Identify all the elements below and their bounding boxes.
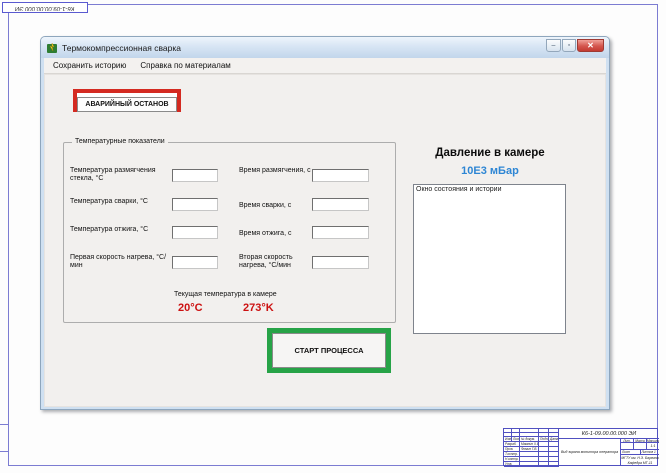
minimize-button[interactable]: –	[546, 39, 561, 52]
pressure-value: 10Е3 мБар	[461, 165, 519, 177]
frame-tick	[0, 451, 8, 452]
corner-designation-box: К6-1-09.00.00.000 ЭИ	[2, 2, 88, 13]
window-title: Термокомпрессионная сварка	[62, 42, 181, 53]
menu-materials-help[interactable]: Справка по материалам	[133, 59, 237, 72]
param-row: Температура размягчения стекла, °С Время…	[64, 167, 395, 187]
start-process-highlight: СТАРТ ПРОЦЕССА	[267, 328, 391, 373]
title-block-signatures: Изм. Лист № докум. Подп. Дата Разраб. Ма…	[504, 429, 559, 467]
current-temp-celsius: 20°C	[178, 302, 203, 314]
document-title: Вид экрана монитора оператора	[559, 439, 621, 465]
status-history-box[interactable]: Окно состояния и истории	[413, 184, 566, 334]
groupbox-title: Температурные показатели	[72, 138, 168, 145]
organization: МГТУ им. Н.Э. Баумана Кафедра МТ-11	[621, 455, 659, 465]
sheet-label: Лист	[621, 450, 641, 455]
softening-time-input[interactable]	[312, 169, 369, 182]
softening-temp-label: Температура размягчения стекла, °С	[70, 167, 156, 183]
annealing-time-label: Время отжига, с	[239, 230, 292, 237]
current-temp-kelvin: 273°K	[243, 302, 274, 314]
mass-label: Масса	[634, 439, 647, 443]
drawing-designation: К6-1-09.00.00.000 ЭИ	[559, 429, 659, 440]
param-row: Температура отжига, °С Время отжига, с	[64, 226, 395, 246]
tb-cell	[549, 462, 559, 467]
annealing-time-input[interactable]	[312, 226, 369, 239]
current-temp-label: Текущая температура в камере	[174, 291, 277, 298]
param-row: Температура сварки, °С Время сварки, с	[64, 198, 395, 218]
annealing-temp-input[interactable]	[172, 226, 218, 239]
app-icon	[47, 42, 57, 53]
param-row: Первая скорость нагрева, °С/мин Вторая с…	[64, 254, 395, 274]
start-process-button[interactable]: СТАРТ ПРОЦЕССА	[272, 333, 386, 368]
emergency-stop-button[interactable]: АВАРИЙНЫЙ ОСТАНОВ	[77, 97, 177, 112]
lit-value	[621, 443, 634, 450]
mass-value	[634, 443, 647, 450]
menubar: Сохранить историю Справка по материалам	[44, 58, 606, 74]
second-heating-rate-label: Вторая скорость нагрева, °С/мин	[239, 254, 293, 270]
title-block: Изм. Лист № докум. Подп. Дата Разраб. Ма…	[503, 428, 659, 467]
first-heating-rate-label: Первая скорость нагрева, °С/мин	[70, 254, 167, 270]
tb-cell	[539, 462, 549, 467]
scale-label: Масштаб	[647, 439, 659, 443]
pressure-title: Давление в камере	[435, 147, 545, 159]
softening-temp-input[interactable]	[172, 169, 218, 182]
frame-tick	[0, 424, 8, 425]
tb-row-name	[520, 462, 539, 467]
softening-time-label: Время размягчения, с	[239, 167, 311, 174]
client-area: АВАРИЙНЫЙ ОСТАНОВ Температурные показате…	[44, 74, 606, 407]
title-block-right: К6-1-09.00.00.000 ЭИ Вид экрана монитора…	[559, 429, 659, 465]
close-button[interactable]: ✕	[577, 39, 604, 52]
second-heating-rate-input[interactable]	[312, 256, 369, 269]
sheets-count: Листов 1	[641, 450, 656, 455]
organization-line1: МГТУ им. Н.Э. Баумана	[621, 456, 659, 461]
menu-save-history[interactable]: Сохранить историю	[46, 59, 133, 72]
app-window: Термокомпрессионная сварка – ▫ ✕ Сохрани…	[40, 36, 610, 410]
welding-temp-input[interactable]	[172, 198, 218, 211]
tb-row-label: Утв.	[504, 462, 520, 467]
welding-time-input[interactable]	[312, 198, 369, 211]
welding-temp-label: Температура сварки, °С	[70, 198, 148, 205]
welding-time-label: Время сварки, с	[239, 202, 292, 209]
scale-value: 1:1	[650, 444, 656, 449]
lit-label: Лит.	[621, 439, 634, 443]
organization-line2: Кафедра МТ-11	[627, 460, 653, 465]
first-heating-rate-input[interactable]	[172, 256, 218, 269]
maximize-button[interactable]: ▫	[562, 39, 576, 52]
annealing-temp-label: Температура отжига, °С	[70, 226, 149, 233]
title-block-scale-col: Лит. Масса Масштаб 1:1 Лист Листов 1	[621, 439, 659, 465]
drawing-sheet: К6-1-09.00.00.000 ЭИ Термокомпрессионная…	[0, 0, 666, 473]
corner-designation-text: К6-1-09.00.00.000 ЭИ	[15, 4, 75, 11]
temperature-groupbox: Температурные показатели Температура раз…	[63, 138, 396, 323]
emergency-stop-highlight: АВАРИЙНЫЙ ОСТАНОВ	[73, 89, 181, 112]
window-controls: – ▫ ✕	[546, 39, 604, 52]
titlebar[interactable]: Термокомпрессионная сварка – ▫ ✕	[41, 37, 609, 58]
